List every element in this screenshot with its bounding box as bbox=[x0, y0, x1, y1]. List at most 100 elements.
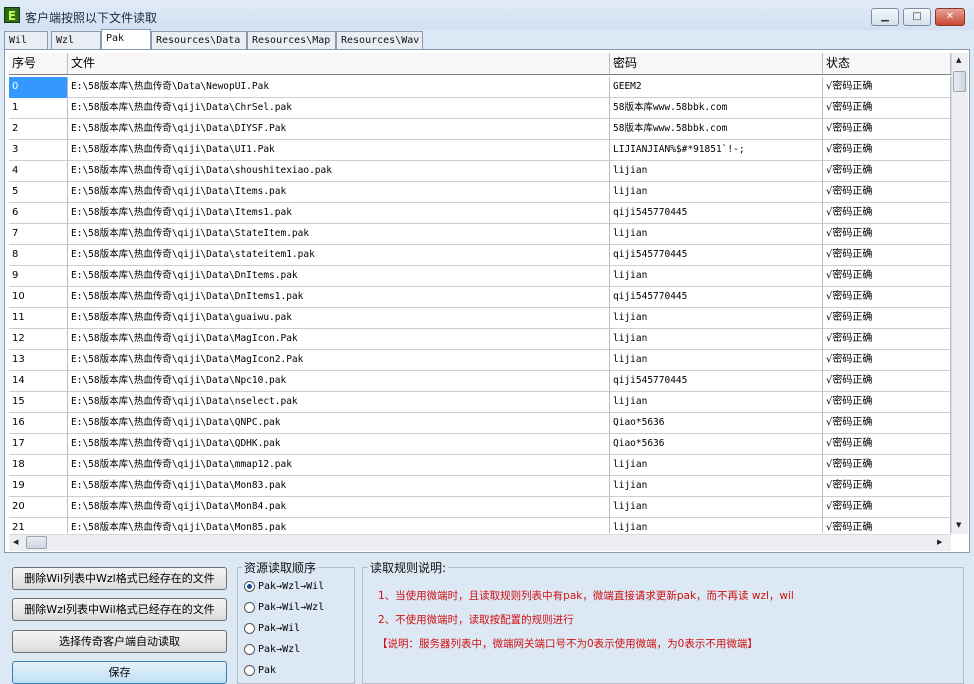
row-index-cell: 17 bbox=[9, 434, 68, 455]
row-status-cell: √密码正确 bbox=[823, 98, 951, 119]
row-status-cell: √密码正确 bbox=[823, 224, 951, 245]
col-header-password[interactable]: 密码 bbox=[610, 53, 823, 74]
table-row[interactable]: 14 E:\58版本库\热血传奇\qiji\Data\Npc10.pak qiji5… bbox=[9, 371, 951, 392]
row-status-cell: √密码正确 bbox=[823, 350, 951, 371]
row-file-cell: E:\58版本库\热血传奇\qiji\Data\stateitem1.pak bbox=[68, 245, 610, 266]
table-row[interactable]: 21 E:\58版本库\热血传奇\qiji\Data\Mon85.pak lijia… bbox=[9, 518, 951, 533]
horizontal-scroll-thumb[interactable] bbox=[26, 536, 47, 549]
row-status-cell: √密码正确 bbox=[823, 371, 951, 392]
close-icon: ✕ bbox=[945, 11, 955, 22]
vertical-scrollbar[interactable]: ▲ ▼ bbox=[951, 53, 968, 534]
table-row[interactable]: 17 E:\58版本库\热血传奇\qiji\Data\QDHK.pak Qiao*5… bbox=[9, 434, 951, 455]
tab-wzl[interactable]: Wzl bbox=[51, 31, 101, 49]
table-row[interactable]: 19 E:\58版本库\热血传奇\qiji\Data\Mon83.pak lijia… bbox=[9, 476, 951, 497]
row-index-cell: 21 bbox=[9, 518, 68, 533]
table-row[interactable]: 11 E:\58版本库\热血传奇\qiji\Data\guaiwu.pak liji… bbox=[9, 308, 951, 329]
table-row[interactable]: 2 E:\58版本库\热血传奇\qiji\Data\DIYSF.Pak 58版本库w… bbox=[9, 119, 951, 140]
tab-strip: Wil Wzl Pak Resources\Data Resources\Map… bbox=[4, 29, 970, 50]
row-status-cell: √密码正确 bbox=[823, 161, 951, 182]
row-index-cell: 4 bbox=[9, 161, 68, 182]
row-file-cell: E:\58版本库\热血传奇\qiji\Data\mmap12.pak bbox=[68, 455, 610, 476]
resource-order-option[interactable]: Pak→Wzl→Wil bbox=[244, 580, 324, 594]
tab-wil[interactable]: Wil bbox=[4, 31, 48, 49]
resource-order-option[interactable]: Pak→Wil bbox=[244, 622, 300, 636]
row-status-cell: √密码正确 bbox=[823, 287, 951, 308]
row-index-cell: 1 bbox=[9, 98, 68, 119]
radio-button-icon[interactable] bbox=[244, 601, 255, 613]
scroll-down-icon[interactable]: ▼ bbox=[956, 521, 961, 529]
row-password-cell: Qiao*5636 bbox=[610, 434, 823, 455]
row-status-cell: √密码正确 bbox=[823, 413, 951, 434]
table-row[interactable]: 0 E:\58版本库\热血传奇\Data\NewopUI.Pak GEEM2 √密码正… bbox=[9, 77, 951, 98]
scroll-right-icon[interactable]: ▶ bbox=[937, 538, 942, 546]
scroll-left-icon[interactable]: ◀ bbox=[13, 538, 18, 546]
save-button[interactable]: 保存 bbox=[12, 661, 227, 684]
row-index-cell: 8 bbox=[9, 245, 68, 266]
vertical-scroll-thumb[interactable] bbox=[953, 71, 966, 92]
table-row[interactable]: 7 E:\58版本库\热血传奇\qiji\Data\StateItem.pak li… bbox=[9, 224, 951, 245]
row-password-cell: GEEM2 bbox=[610, 77, 823, 98]
row-index-cell: 13 bbox=[9, 350, 68, 371]
table-row[interactable]: 8 E:\58版本库\热血传奇\qiji\Data\stateitem1.pak q… bbox=[9, 245, 951, 266]
table-row[interactable]: 12 E:\58版本库\热血传奇\qiji\Data\MagIcon.Pak lij… bbox=[9, 329, 951, 350]
resource-order-option-label: Pak→Wzl→Wil bbox=[258, 581, 325, 592]
radio-button-icon[interactable] bbox=[244, 664, 255, 676]
row-password-cell: lijian bbox=[610, 182, 823, 203]
table-row[interactable]: 20 E:\58版本库\热血传奇\qiji\Data\Mon84.pak lijia… bbox=[9, 497, 951, 518]
row-password-cell: lijian bbox=[610, 224, 823, 245]
row-file-cell: E:\58版本库\热血传奇\qiji\Data\Mon85.pak bbox=[68, 518, 610, 533]
row-password-cell: lijian bbox=[610, 392, 823, 413]
row-password-cell: qiji545770445 bbox=[610, 203, 823, 224]
col-header-file[interactable]: 文件 bbox=[68, 53, 610, 74]
window-title: 客户端按照以下文件读取 bbox=[25, 11, 158, 25]
rule-line-2: 2、不使用微端时，读取按配置的规则进行 bbox=[378, 614, 574, 626]
row-file-cell: E:\58版本库\热血传奇\qiji\Data\Mon83.pak bbox=[68, 476, 610, 497]
resource-order-option[interactable]: Pak→Wzl bbox=[244, 643, 300, 657]
close-button[interactable]: ✕ bbox=[935, 8, 965, 26]
row-index-cell: 19 bbox=[9, 476, 68, 497]
row-index-cell: 3 bbox=[9, 140, 68, 161]
row-file-cell: E:\58版本库\热血传奇\qiji\Data\QDHK.pak bbox=[68, 434, 610, 455]
row-password-cell: lijian bbox=[610, 329, 823, 350]
row-file-cell: E:\58版本库\热血传奇\qiji\Data\MagIcon.Pak bbox=[68, 329, 610, 350]
file-table: 序号 文件 密码 状态 0 E:\58版本库\热血传奇\Data\NewopUI.… bbox=[9, 53, 951, 533]
delete-wil-duplicates-button[interactable]: 删除Wil列表中Wzl格式已经存在的文件 bbox=[12, 567, 227, 590]
tab-resources-wav[interactable]: Resources\Wav bbox=[336, 31, 423, 49]
tab-resources-data[interactable]: Resources\Data bbox=[151, 31, 247, 49]
table-row[interactable]: 3 E:\58版本库\热血传奇\qiji\Data\UI1.Pak LIJIANJI… bbox=[9, 140, 951, 161]
horizontal-scrollbar[interactable]: ◀ ▶ bbox=[9, 534, 951, 551]
scroll-up-icon[interactable]: ▲ bbox=[956, 56, 961, 64]
table-row[interactable]: 5 E:\58版本库\热血传奇\qiji\Data\Items.pak lijian… bbox=[9, 182, 951, 203]
row-password-cell: qiji545770445 bbox=[610, 287, 823, 308]
table-row[interactable]: 1 E:\58版本库\热血传奇\qiji\Data\ChrSel.pak 58版本库… bbox=[9, 98, 951, 119]
row-index-cell: 7 bbox=[9, 224, 68, 245]
table-row[interactable]: 6 E:\58版本库\热血传奇\qiji\Data\Items1.pak qiji5… bbox=[9, 203, 951, 224]
delete-wzl-duplicates-button[interactable]: 删除Wzl列表中Wil格式已经存在的文件 bbox=[12, 598, 227, 621]
radio-button-icon[interactable] bbox=[244, 580, 255, 592]
tab-resources-map[interactable]: Resources\Map bbox=[247, 31, 336, 49]
table-row[interactable]: 9 E:\58版本库\热血传奇\qiji\Data\DnItems.pak liji… bbox=[9, 266, 951, 287]
col-header-index[interactable]: 序号 bbox=[9, 53, 68, 74]
resource-order-option[interactable]: Pak→Wil→Wzl bbox=[244, 601, 324, 615]
table-row[interactable]: 10 E:\58版本库\热血传奇\qiji\Data\DnItems1.pak qi… bbox=[9, 287, 951, 308]
row-status-cell: √密码正确 bbox=[823, 119, 951, 140]
tab-pak[interactable]: Pak bbox=[101, 29, 151, 49]
radio-button-icon[interactable] bbox=[244, 643, 255, 655]
maximize-button[interactable]: □ bbox=[903, 8, 931, 26]
table-row[interactable]: 13 E:\58版本库\热血传奇\qiji\Data\MagIcon2.Pak li… bbox=[9, 350, 951, 371]
table-row[interactable]: 4 E:\58版本库\热血传奇\qiji\Data\shoushitexiao.p… bbox=[9, 161, 951, 182]
table-row[interactable]: 18 E:\58版本库\热血传奇\qiji\Data\mmap12.pak liji… bbox=[9, 455, 951, 476]
radio-button-icon[interactable] bbox=[244, 622, 255, 634]
table-row[interactable]: 16 E:\58版本库\热血传奇\qiji\Data\QNPC.pak Qiao*5… bbox=[9, 413, 951, 434]
row-index-cell: 16 bbox=[9, 413, 68, 434]
resource-order-option[interactable]: Pak bbox=[244, 664, 276, 678]
table-row[interactable]: 15 E:\58版本库\热血传奇\qiji\Data\nselect.pak lij… bbox=[9, 392, 951, 413]
auto-read-client-button[interactable]: 选择传奇客户端自动读取 bbox=[12, 630, 227, 653]
row-file-cell: E:\58版本库\热血传奇\qiji\Data\Npc10.pak bbox=[68, 371, 610, 392]
row-file-cell: E:\58版本库\热血传奇\qiji\Data\DnItems1.pak bbox=[68, 287, 610, 308]
maximize-icon: □ bbox=[912, 11, 922, 22]
row-file-cell: E:\58版本库\热血传奇\qiji\Data\MagIcon2.Pak bbox=[68, 350, 610, 371]
col-header-status[interactable]: 状态 bbox=[823, 53, 951, 74]
minimize-button[interactable]: ▁ bbox=[871, 8, 899, 26]
row-password-cell: lijian bbox=[610, 518, 823, 533]
